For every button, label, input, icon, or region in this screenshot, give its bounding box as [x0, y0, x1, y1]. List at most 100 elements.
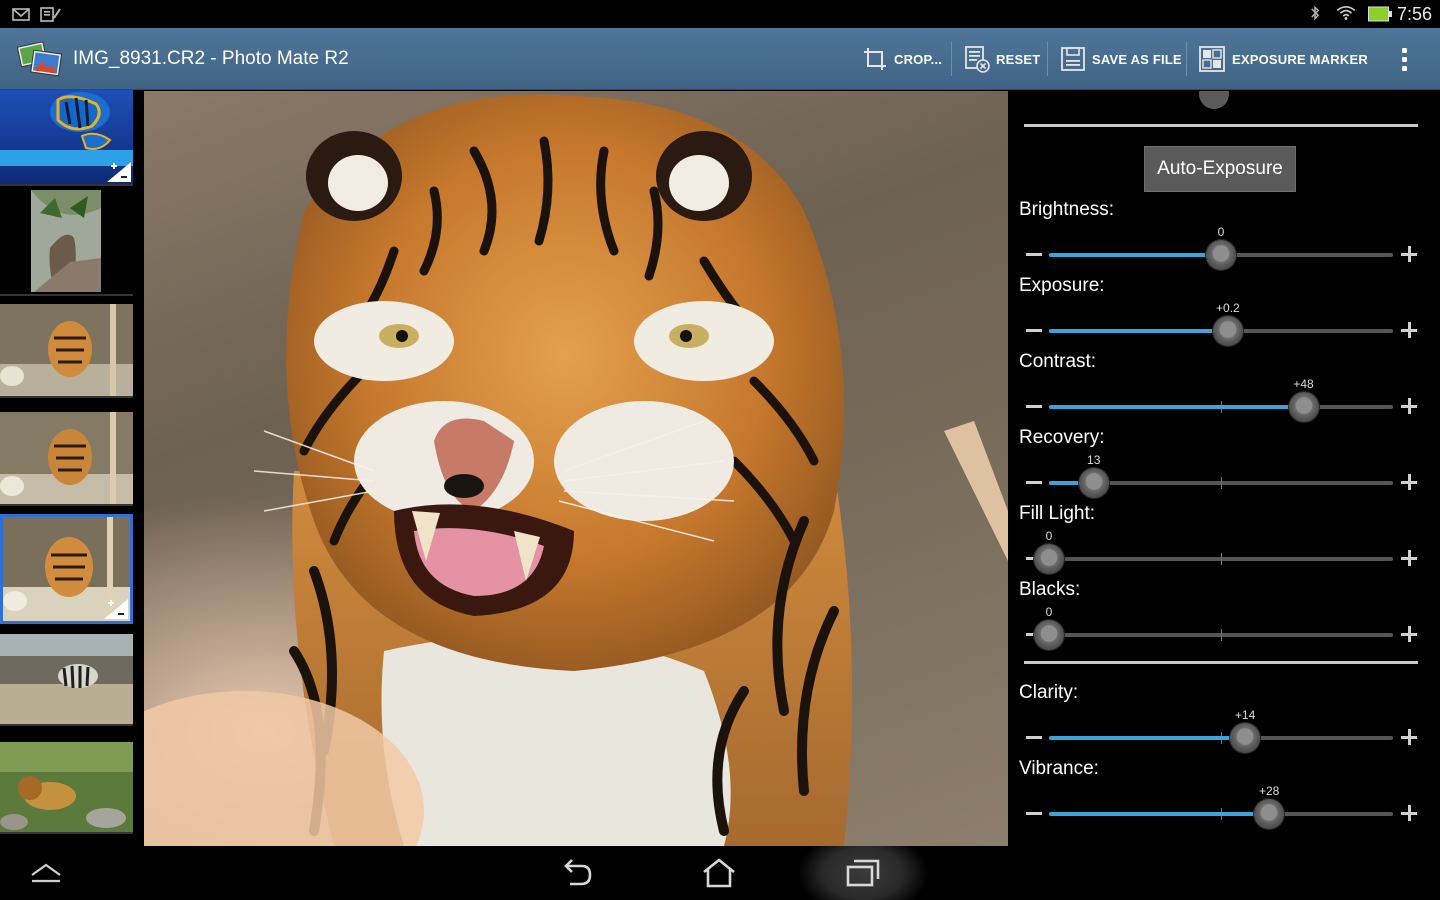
crop-button-label: CROP... [894, 51, 943, 67]
slider-fill [1049, 736, 1246, 740]
toolbar-divider [951, 42, 952, 76]
tiger-thumbnail-image [0, 304, 133, 396]
crop-icon [864, 48, 886, 70]
toolbar-divider [1186, 42, 1187, 76]
increase-icon[interactable] [1408, 729, 1411, 745]
save-icon [1061, 47, 1085, 71]
decrease-icon[interactable] [1026, 253, 1042, 256]
adjustment-slider[interactable]: 0 [1022, 529, 1422, 579]
crop-button[interactable]: CROP... [862, 28, 942, 90]
slider-thumb[interactable] [1288, 392, 1319, 422]
toolbar-divider [1047, 42, 1048, 76]
slider-value: 0 [1045, 605, 1053, 619]
save-as-file-button[interactable]: SAVE AS FILE [1060, 28, 1182, 90]
reset-button[interactable]: RESET [964, 28, 1040, 90]
status-time: 7:56 [1396, 4, 1432, 24]
slider-thumb[interactable] [1212, 316, 1243, 346]
collapse-up-icon[interactable] [26, 846, 66, 900]
decrease-icon[interactable] [1026, 481, 1042, 484]
recent-apps-icon[interactable] [798, 846, 928, 900]
slider-fill [1049, 329, 1228, 333]
thumbnail-bird[interactable] [0, 188, 133, 296]
increase-icon[interactable] [1408, 805, 1411, 821]
thumbnail-tiger[interactable] [0, 412, 133, 506]
control-label: Exposure: [1019, 275, 1105, 296]
increase-icon[interactable] [1408, 474, 1411, 490]
thumbnail-lion[interactable] [0, 742, 133, 834]
adjustment-slider[interactable]: +0.2 [1022, 301, 1422, 351]
slider-thumb[interactable] [1230, 723, 1261, 753]
auto-exposure-button[interactable]: Auto-Exposure [1144, 146, 1296, 192]
overflow-menu-icon[interactable] [1392, 28, 1416, 90]
scrolled-slider-knob [1199, 91, 1229, 111]
thumbnail-tiger[interactable] [0, 304, 133, 398]
adjustment-slider[interactable]: +48 [1022, 377, 1422, 427]
slider-value: +14 [1234, 708, 1256, 722]
filmstrip[interactable] [0, 90, 142, 846]
adjustment-slider[interactable]: 0 [1022, 225, 1422, 275]
decrease-icon[interactable] [1026, 405, 1042, 408]
edited-badge-icon [107, 162, 131, 182]
adjustment-slider[interactable]: 13 [1022, 453, 1422, 503]
adjustments-panel: Auto-Exposure Brightness: 0 Exposure: +0.2 C… [1008, 91, 1440, 846]
adjustment-slider[interactable]: +14 [1022, 708, 1422, 758]
slider-thumb[interactable] [1034, 544, 1064, 574]
slider-value: +28 [1258, 784, 1280, 798]
status-bar: 7:56 [0, 0, 1440, 28]
increase-icon[interactable] [1408, 322, 1411, 338]
slider-value: 0 [1045, 529, 1053, 543]
increase-icon[interactable] [1408, 626, 1411, 642]
decrease-icon[interactable] [1026, 329, 1042, 332]
photo-canvas[interactable] [144, 91, 1008, 846]
bird-thumbnail-image [31, 190, 101, 292]
decrease-icon[interactable] [1026, 812, 1042, 815]
thumbnail-zebra[interactable] [0, 634, 133, 726]
slider-center-tick [1221, 553, 1222, 565]
exposure-marker-button-label: EXPOSURE MARKER [1232, 51, 1368, 67]
control-label: Blacks: [1019, 579, 1081, 600]
slider-value: 0 [1217, 225, 1225, 239]
control-label: Recovery: [1019, 427, 1105, 448]
lion-thumbnail-image [0, 742, 133, 832]
clipboard-icon [40, 7, 61, 22]
slider-thumb[interactable] [1034, 620, 1064, 650]
page-title: IMG_8931.CR2 - Photo Mate R2 [73, 48, 349, 69]
slider-fill [1049, 253, 1221, 257]
thumbnail-fish[interactable] [0, 90, 133, 186]
zebra-thumbnail-image [0, 634, 133, 724]
slider-thumb[interactable] [1254, 799, 1285, 829]
slider-value: +48 [1293, 377, 1314, 391]
battery-icon [1368, 6, 1392, 22]
section-divider [1024, 124, 1418, 127]
thumbnail-tiger-selected[interactable] [0, 514, 133, 624]
tiger-thumbnail-image [0, 412, 133, 504]
slider-fill [1049, 812, 1270, 816]
slider-value: 13 [1087, 453, 1101, 467]
control-label: Vibrance: [1019, 758, 1099, 779]
reset-icon [965, 46, 990, 73]
tiger-photo [144, 94, 1008, 846]
wifi-icon [1336, 6, 1356, 20]
slider-thumb[interactable] [1078, 468, 1109, 498]
home-icon[interactable] [694, 846, 744, 900]
edited-badge-icon [104, 599, 128, 619]
slider-center-tick [1221, 477, 1222, 489]
control-label: Brightness: [1019, 199, 1115, 220]
increase-icon[interactable] [1408, 246, 1411, 262]
decrease-icon[interactable] [1026, 736, 1042, 739]
adjustment-slider[interactable]: 0 [1022, 605, 1422, 655]
slider-fill [1049, 405, 1304, 409]
increase-icon[interactable] [1408, 550, 1411, 566]
save-as-file-button-label: SAVE AS FILE [1092, 51, 1182, 67]
section-divider [1024, 661, 1418, 664]
adjustment-slider[interactable]: +28 [1022, 784, 1422, 834]
control-label: Contrast: [1019, 351, 1097, 372]
mail-icon [12, 8, 30, 21]
slider-thumb[interactable] [1206, 240, 1236, 270]
increase-icon[interactable] [1408, 398, 1411, 414]
navigation-bar [0, 846, 1440, 900]
exposure-marker-button[interactable]: EXPOSURE MARKER [1198, 28, 1368, 90]
action-bar: IMG_8931.CR2 - Photo Mate R2 CROP... RES… [0, 28, 1440, 90]
back-icon[interactable] [552, 846, 602, 900]
app-logo-icon[interactable] [14, 38, 64, 80]
